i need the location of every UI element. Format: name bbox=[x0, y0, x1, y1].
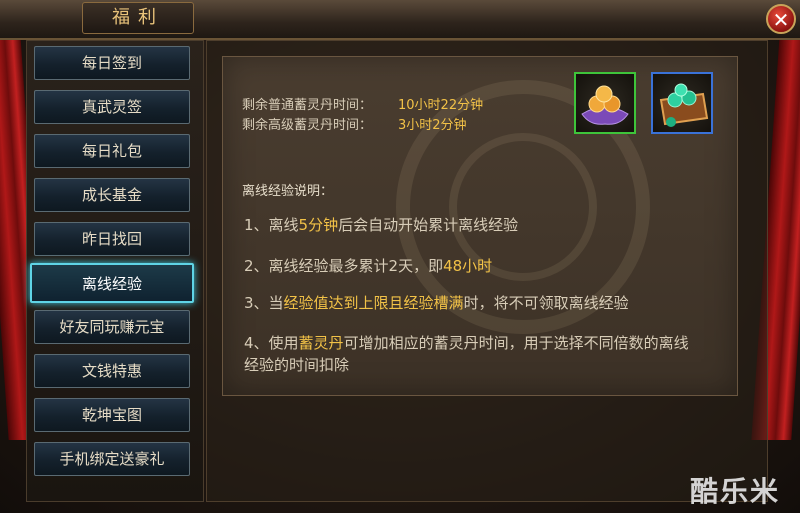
offline-exp-heading: 离线经验说明： bbox=[242, 184, 334, 199]
rule-text: 1、离线 bbox=[244, 216, 299, 234]
rule-text: 时，将不可领取离线经验 bbox=[463, 294, 629, 312]
rule-highlight: 经验值达到上限且经验槽满 bbox=[283, 294, 464, 312]
rule-4: 4、使用蓄灵丹可增加相应的蓄灵丹时间，用于选择不同倍数的离线经验的时间扣除 bbox=[244, 332, 694, 376]
sidebar-item-3[interactable]: 每日礼包 bbox=[34, 134, 190, 168]
rule-2: 2、离线经验最多累计2天，即48小时 bbox=[244, 255, 694, 277]
watermark-logo: 酷乐米 bbox=[690, 475, 781, 508]
rule-3: 3、当经验值达到上限且经验槽满时，将不可领取离线经验 bbox=[244, 292, 694, 314]
advanced-pill-time-label: 剩余高级蓄灵丹时间： bbox=[242, 118, 373, 133]
sidebar-item-10[interactable]: 手机绑定送豪礼 bbox=[34, 442, 190, 476]
advanced-pill-item-slot[interactable] bbox=[651, 72, 713, 134]
normal-pill-item-slot[interactable] bbox=[574, 72, 636, 134]
rule-text: 3、当 bbox=[244, 294, 284, 312]
sidebar-item-7[interactable]: 好友同玩赚元宝 bbox=[34, 310, 190, 344]
rule-1: 1、离线5分钟后会自动开始累计离线经验 bbox=[244, 214, 694, 236]
close-button[interactable]: ✕ bbox=[766, 4, 796, 34]
rule-text: 4、使用 bbox=[244, 334, 299, 352]
rule-highlight: 5分钟 bbox=[298, 216, 339, 234]
window-title-bar: 福利 ✕ bbox=[0, 0, 800, 40]
welfare-window: 福利 ✕ 剩余普通蓄灵丹时间： 10小时22分钟 剩余高级蓄灵丹时间： 3小时2… bbox=[0, 0, 800, 513]
rule-text: 后会自动开始累计离线经验 bbox=[338, 216, 519, 234]
golden-orbs-on-purple-cushion-icon bbox=[581, 85, 629, 125]
sidebar-item-1[interactable]: 每日签到 bbox=[34, 46, 190, 80]
normal-pill-time-label: 剩余普通蓄灵丹时间： bbox=[242, 98, 373, 113]
green-orbs-in-chest-icon bbox=[659, 83, 709, 127]
window-title: 福利 bbox=[82, 2, 194, 34]
sidebar-item-8[interactable]: 文钱特惠 bbox=[34, 354, 190, 388]
rule-highlight: 蓄灵丹 bbox=[298, 334, 344, 352]
advanced-pill-time-value: 3小时2分钟 bbox=[398, 118, 467, 133]
sidebar-item-4[interactable]: 成长基金 bbox=[34, 178, 190, 212]
sidebar-item-2[interactable]: 真武灵签 bbox=[34, 90, 190, 124]
rule-text: 2、离线经验最多累计2天，即 bbox=[244, 257, 444, 275]
rule-highlight: 48小时 bbox=[443, 257, 493, 275]
normal-pill-time-value: 10小时22分钟 bbox=[398, 98, 484, 113]
sidebar-item-9[interactable]: 乾坤宝图 bbox=[34, 398, 190, 432]
sidebar-item-6[interactable]: 离线经验 bbox=[30, 263, 194, 303]
sidebar-item-5[interactable]: 昨日找回 bbox=[34, 222, 190, 256]
